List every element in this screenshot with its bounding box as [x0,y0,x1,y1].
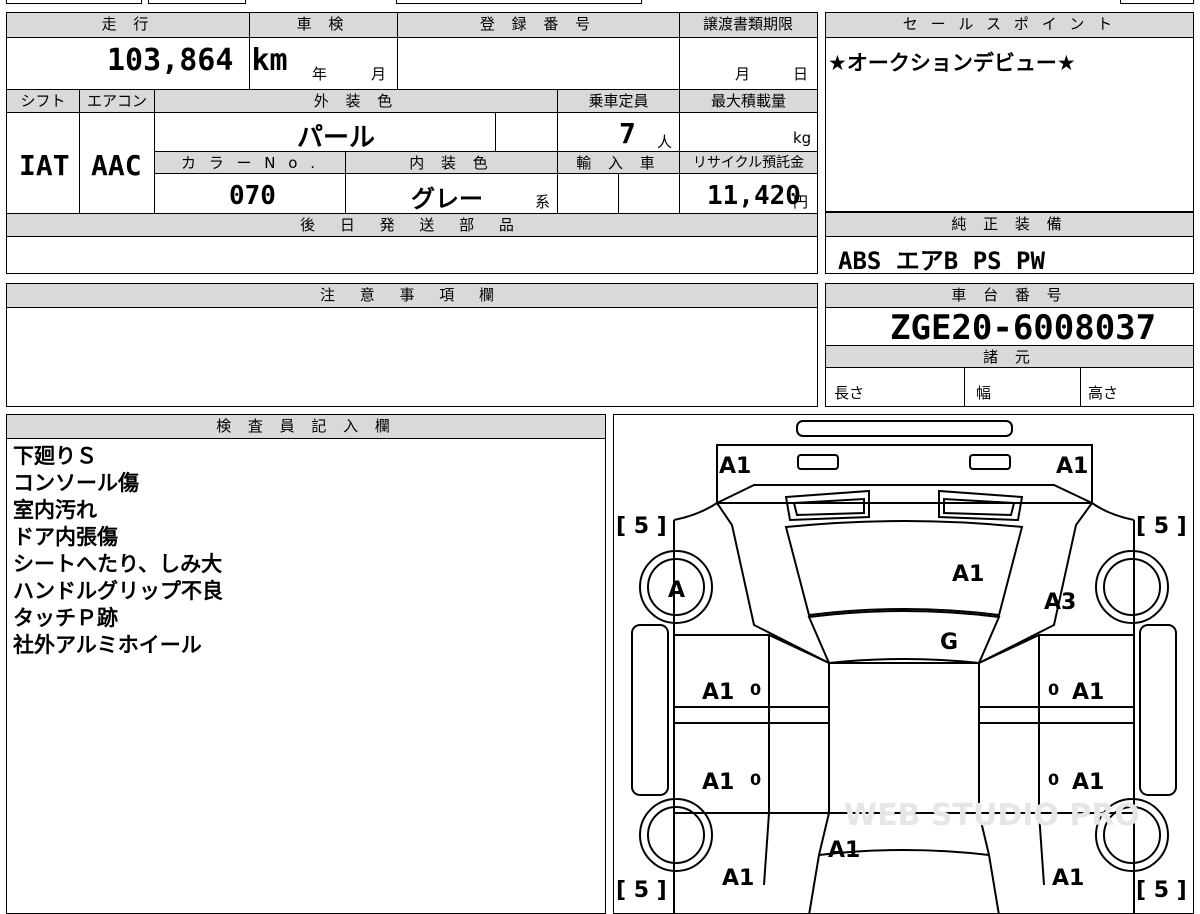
shift-header: シフト [7,90,79,113]
max-load-unit: kg [793,129,812,147]
inspector-line: ドア内張傷 [13,525,118,549]
code-door-fl: 0 [750,680,761,699]
aircon-header: エアコン [80,90,154,113]
label-rear-left: A1 [722,866,754,891]
inspector-line: タッチＰ跡 [13,606,118,630]
transfer-day-unit: 日 [793,65,809,83]
chassis-box: 車 台 番 号 ZGE20-6008037 諸 元 長さ 幅 高さ [825,283,1194,407]
later-parts-header: 後 日 発 送 部 品 [7,214,817,237]
inspector-line: 社外アルミホイール [13,633,202,657]
tire-rl: [ 5 ] [616,878,667,903]
recycle-fee-value: 11,420 [707,181,801,211]
capacity-header: 乗車定員 [558,90,679,113]
label-rear-center: A1 [828,838,860,863]
transfer-month-unit: 月 [735,65,751,83]
sales-point-text: ★オークションデビュー★ [828,51,1076,75]
mileage-value: 103,864 km [107,43,288,78]
inspection-header: 車 検 [249,13,397,38]
label-door-rl: A1 [702,770,734,795]
tire-fl: [ 5 ] [616,514,667,539]
interior-suffix: 系 [535,193,551,211]
recycle-fee-header: リサイクル預託金 [680,152,817,174]
code-door-rr: 0 [1048,770,1059,789]
recycle-unit: 円 [793,193,809,211]
inspector-box: 検 査 員 記 入 欄 下廻りＳ コンソール傷 室内汚れ ドア内張傷 シートへた… [6,414,606,914]
color-no-header: カ ラ ー N o . [155,152,345,174]
spec-width-label: 幅 [976,384,992,402]
car-diagram-box: A1 A1 [ 5 ] [ 5 ] A A1 A3 G A1 0 0 A1 A1… [613,414,1194,914]
label-fender-fr: A3 [1044,590,1076,615]
capacity-unit: 人 [657,133,673,151]
label-door-fr: A1 [1072,680,1104,705]
exterior-color-value: パール [297,123,376,153]
top-strip-cell [6,0,142,4]
label-windshield: G [940,630,958,655]
inspector-line: ハンドルグリップ不良 [13,579,223,603]
tire-rr: [ 5 ] [1136,878,1187,903]
tire-fr: [ 5 ] [1136,514,1187,539]
spec-height-label: 高さ [1088,384,1119,402]
chassis-number: ZGE20-6008037 [890,308,1157,348]
label-door-rr: A1 [1072,770,1104,795]
inspector-header: 検 査 員 記 入 欄 [7,415,605,439]
mileage-header: 走 行 [7,13,249,38]
inspector-line: 室内汚れ [13,498,97,522]
genuine-equipment-box: 純 正 装 備 ABS エアB PS PW [825,212,1194,275]
inspector-line: コンソール傷 [13,471,139,495]
label-front-right: A1 [1056,454,1088,479]
max-load-header: 最大積載量 [680,90,817,113]
inspector-line: シートへたり、しみ大 [13,552,223,576]
sales-point-header: セ ー ル ス ポ イ ン ト [826,13,1193,38]
top-strip-cell [148,0,246,4]
import-header: 輸 入 車 [558,152,679,174]
aircon-value: AAC [91,149,142,182]
code-door-fr: 0 [1048,680,1059,699]
label-rear-right: A1 [1052,866,1084,891]
inspection-year-unit: 年 [312,65,328,83]
transfer-deadline-header: 譲渡書類期限 [679,13,817,38]
top-strip-cell [1120,0,1194,4]
specs-header: 諸 元 [826,346,1193,368]
sales-point-box: セ ー ル ス ポ イ ン ト ★オークションデビュー★ [825,12,1194,212]
color-no-value: 070 [229,181,276,211]
label-door-fl: A1 [702,680,734,705]
shift-value: IAT [19,149,70,182]
interior-color-value: グレー [411,185,483,213]
label-wheel-fl: A [668,578,685,603]
capacity-value: 7 [619,117,636,150]
chassis-header: 車 台 番 号 [826,284,1193,308]
notes-header: 注 意 事 項 欄 [7,284,817,308]
inspection-month-unit: 月 [371,65,387,83]
top-strip-cell [396,0,642,4]
genuine-equipment-header: 純 正 装 備 [826,213,1193,237]
spec-length-label: 長さ [834,384,865,402]
exterior-color-header: 外 装 色 [155,90,557,113]
notes-box: 注 意 事 項 欄 [6,283,818,407]
vehicle-info-table: 走 行 車 検 登 録 番 号 譲渡書類期限 103,864 km 年 月 月 … [6,12,818,274]
interior-color-header: 内 装 色 [346,152,557,174]
car-damage-diagram: A1 A1 [ 5 ] [ 5 ] A A1 A3 G A1 0 0 A1 A1… [616,420,1187,913]
label-front-left: A1 [719,454,751,479]
code-door-rl: 0 [750,770,761,789]
registration-header: 登 録 番 号 [397,13,679,38]
watermark: WEB STUDIO PRO [844,798,1140,833]
label-hood: A1 [952,562,984,587]
inspector-line: 下廻りＳ [13,444,97,468]
genuine-equipment-text: ABS エアB PS PW [838,247,1045,275]
